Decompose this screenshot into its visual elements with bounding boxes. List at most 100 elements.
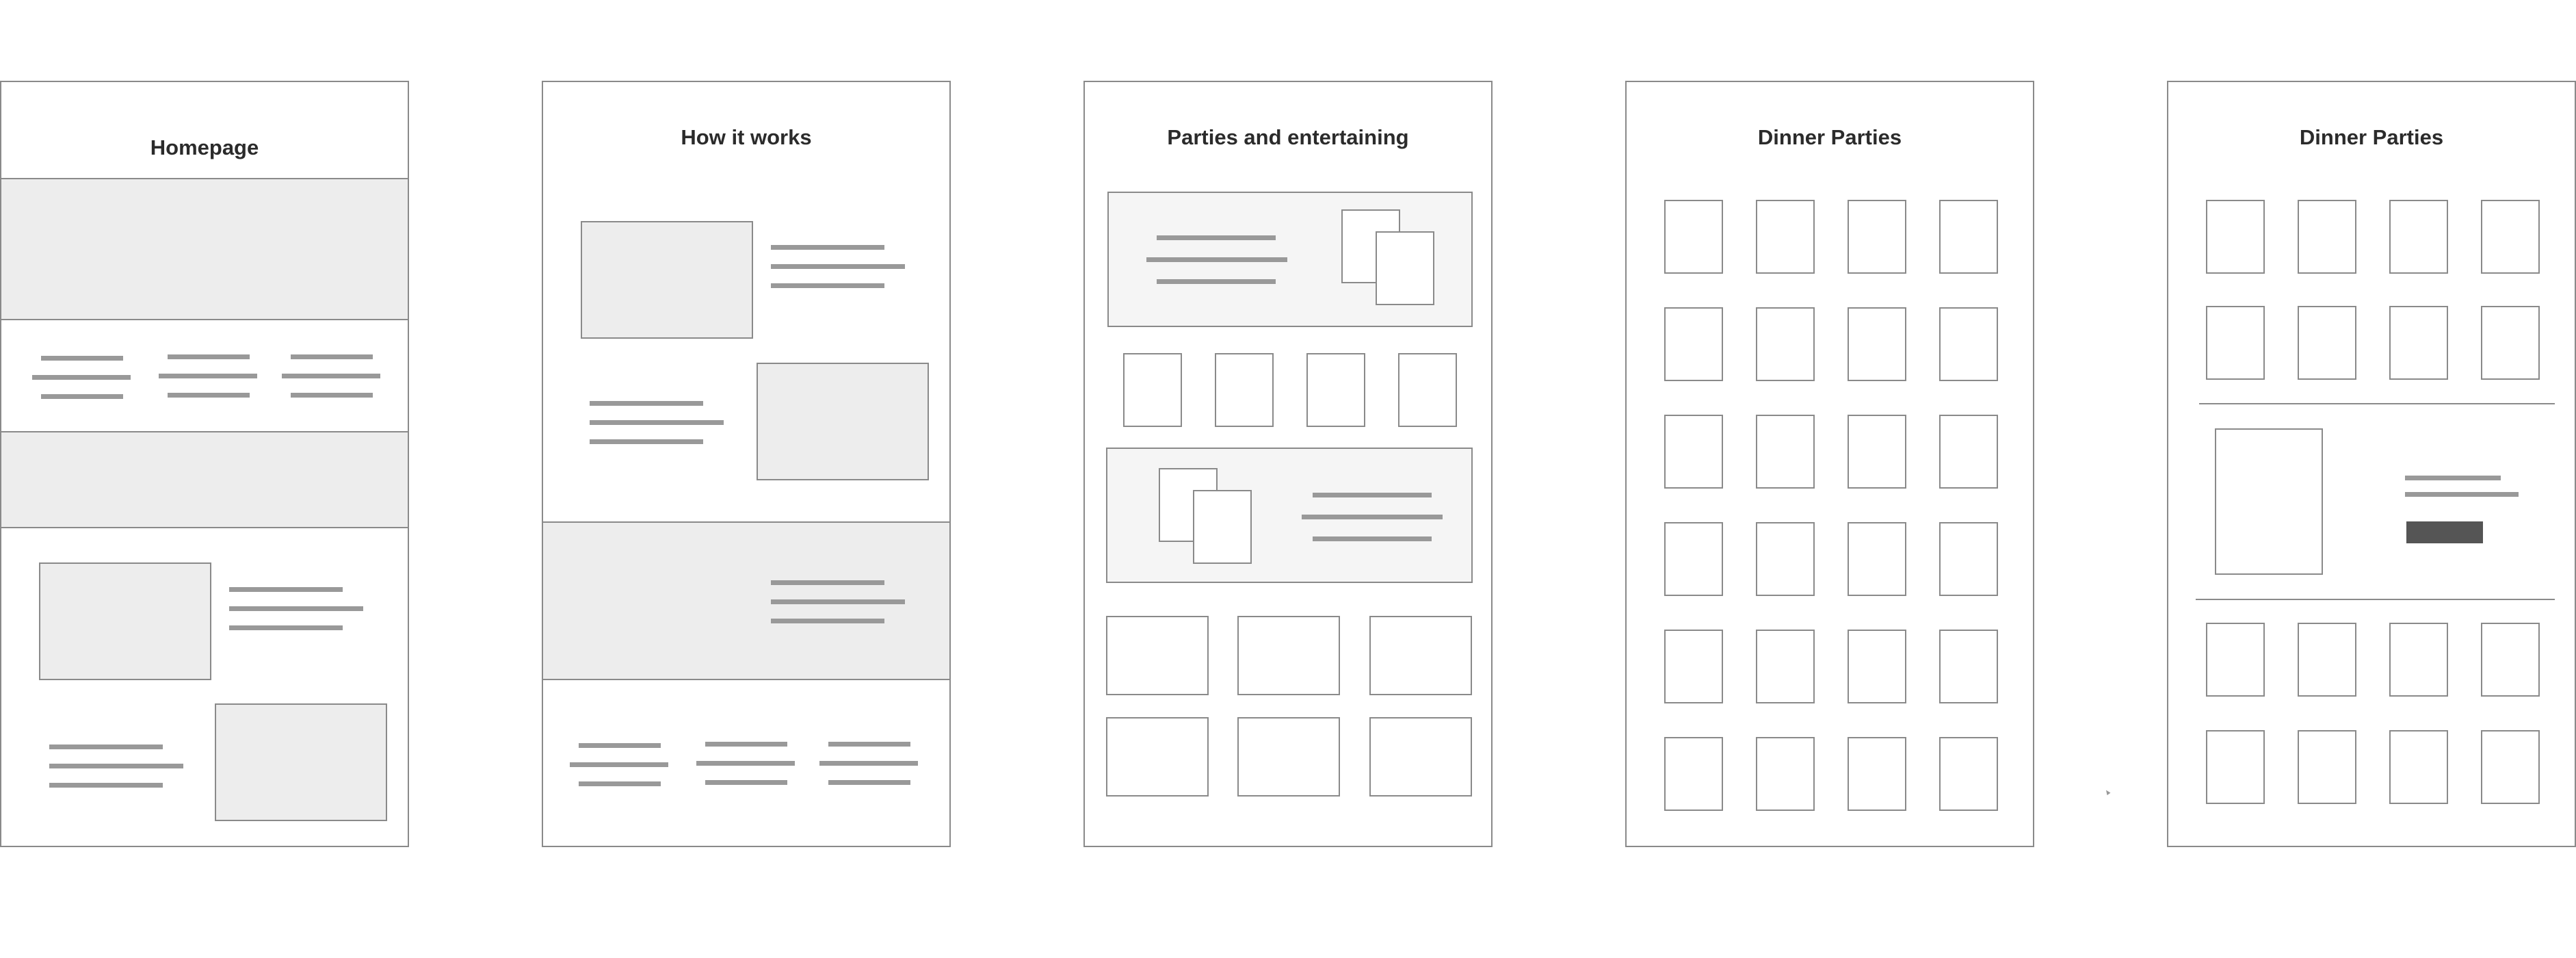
text-line xyxy=(828,780,910,785)
product-tile[interactable] xyxy=(1664,630,1723,703)
product-tile[interactable] xyxy=(1939,630,1998,703)
image-thumbnail xyxy=(1376,231,1434,305)
text-line xyxy=(590,420,724,425)
frame-title: How it works xyxy=(681,125,812,149)
text-line xyxy=(49,745,163,749)
image-placeholder xyxy=(39,562,211,680)
add-to-cart-button[interactable] xyxy=(2406,521,2483,543)
product-tile[interactable] xyxy=(2481,623,2540,697)
product-tile[interactable] xyxy=(2206,730,2265,804)
wireframe-how-it-works: How it works xyxy=(542,81,951,847)
product-tile[interactable] xyxy=(1756,307,1815,381)
product-tile[interactable] xyxy=(1848,522,1906,596)
wireframe-dinner-parties-detail: Dinner Parties xyxy=(2167,81,2576,847)
category-tile xyxy=(1123,353,1182,427)
text-line xyxy=(590,439,703,444)
product-tile[interactable] xyxy=(2389,730,2448,804)
product-tile[interactable] xyxy=(1756,630,1815,703)
product-tile[interactable] xyxy=(1664,200,1723,274)
text-line xyxy=(771,580,884,585)
product-tile[interactable] xyxy=(2206,306,2265,380)
listing-tile xyxy=(1106,616,1209,695)
product-tile[interactable] xyxy=(1848,200,1906,274)
text-line xyxy=(1302,515,1443,519)
text-line xyxy=(291,354,373,359)
product-tile[interactable] xyxy=(1939,200,1998,274)
product-tile[interactable] xyxy=(2298,623,2356,697)
cursor-icon xyxy=(2104,788,2111,796)
text-line xyxy=(771,619,884,623)
wireframe-dinner-parties-grid: Dinner Parties xyxy=(1625,81,2034,847)
text-line xyxy=(32,375,131,380)
category-tile xyxy=(1306,353,1365,427)
image-placeholder xyxy=(757,363,929,480)
product-tile[interactable] xyxy=(2298,730,2356,804)
wireframe-parties-and-entertaining: Parties and entertaining xyxy=(1083,81,1493,847)
image-placeholder xyxy=(215,703,387,821)
text-line xyxy=(828,742,910,747)
text-line xyxy=(291,393,373,398)
feature-card xyxy=(1106,448,1473,583)
text-line xyxy=(159,374,257,378)
product-tile[interactable] xyxy=(1664,522,1723,596)
product-tile[interactable] xyxy=(2481,306,2540,380)
frame-title: Dinner Parties xyxy=(2299,125,2444,149)
text-line xyxy=(1157,279,1276,284)
product-image-placeholder xyxy=(2215,428,2323,575)
product-tile[interactable] xyxy=(1848,415,1906,489)
text-line xyxy=(229,587,343,592)
text-line xyxy=(229,606,363,611)
product-tile[interactable] xyxy=(1939,415,1998,489)
text-line xyxy=(2405,492,2519,497)
product-tile[interactable] xyxy=(2206,200,2265,274)
listing-tile xyxy=(1237,717,1340,797)
text-line xyxy=(41,356,123,361)
category-tile xyxy=(1215,353,1274,427)
text-line xyxy=(705,742,787,747)
product-tile[interactable] xyxy=(1756,522,1815,596)
product-tile[interactable] xyxy=(1939,737,1998,811)
wireframe-homepage: Homepage xyxy=(0,81,409,847)
text-line xyxy=(41,394,123,399)
product-tile[interactable] xyxy=(1756,200,1815,274)
listing-tile xyxy=(1106,717,1209,797)
divider xyxy=(2199,403,2555,404)
product-tile[interactable] xyxy=(1848,737,1906,811)
text-line xyxy=(168,354,250,359)
hero-image-placeholder xyxy=(1,178,408,320)
product-tile[interactable] xyxy=(1939,307,1998,381)
product-tile[interactable] xyxy=(1664,415,1723,489)
product-tile[interactable] xyxy=(2389,200,2448,274)
text-line xyxy=(579,781,661,786)
product-tile[interactable] xyxy=(1939,522,1998,596)
product-tile[interactable] xyxy=(1848,307,1906,381)
product-tile[interactable] xyxy=(1756,415,1815,489)
text-line xyxy=(1313,493,1432,497)
product-tile[interactable] xyxy=(1664,307,1723,381)
product-tile[interactable] xyxy=(2389,623,2448,697)
text-line xyxy=(705,780,787,785)
product-tile[interactable] xyxy=(2206,623,2265,697)
product-tile[interactable] xyxy=(2481,730,2540,804)
text-line xyxy=(570,762,668,767)
text-line xyxy=(771,245,884,250)
text-line xyxy=(1157,235,1276,240)
listing-tile xyxy=(1237,616,1340,695)
text-line xyxy=(2405,476,2501,480)
text-line xyxy=(771,264,905,269)
product-tile[interactable] xyxy=(1848,630,1906,703)
image-placeholder xyxy=(581,221,753,339)
frame-title: Parties and entertaining xyxy=(1167,125,1409,149)
product-tile[interactable] xyxy=(1664,737,1723,811)
text-line xyxy=(1313,536,1432,541)
text-line xyxy=(590,401,703,406)
text-line xyxy=(819,761,918,766)
product-tile[interactable] xyxy=(2298,200,2356,274)
text-line xyxy=(579,743,661,748)
feature-card xyxy=(1107,192,1473,327)
text-line xyxy=(771,599,905,604)
product-tile[interactable] xyxy=(2298,306,2356,380)
product-tile[interactable] xyxy=(2389,306,2448,380)
product-tile[interactable] xyxy=(1756,737,1815,811)
product-tile[interactable] xyxy=(2481,200,2540,274)
